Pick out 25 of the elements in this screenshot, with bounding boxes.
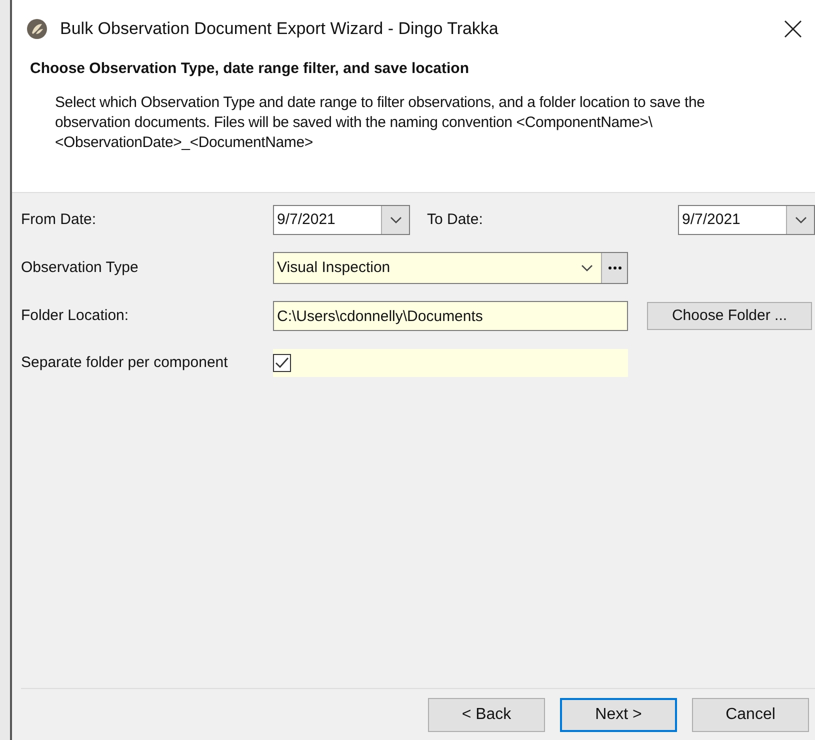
date-picker[interactable]: 9/7/2021	[273, 205, 410, 235]
wizard-description: Select which Observation Type and date range to filter observations, and a folder location to save the observation documents. Files will be saved with the naming convention <ComponentName>\<ObservationDate>_<DocumentName>	[55, 92, 706, 152]
date-value: 9/7/2021	[681, 210, 742, 230]
checkbox[interactable]	[273, 354, 291, 372]
field-label: From Date:	[21, 210, 98, 230]
field-label: Folder Location:	[21, 306, 130, 326]
checkbox-label: Separate folder per component	[21, 352, 229, 373]
window-title: Bulk Observation Document Export Wizard - Dingo Trakka	[60, 18, 498, 40]
wizard-heading: Choose Observation Type, date range filter, and save location	[29, 59, 470, 79]
wizard-button[interactable]: Next >	[560, 698, 677, 732]
date-picker[interactable]: 9/7/2021	[678, 205, 815, 235]
choose-folder-button[interactable]: Choose Folder ...	[647, 302, 812, 330]
date-value: 9/7/2021	[276, 210, 336, 230]
folder-path-field[interactable]: C:\Users\cdonnelly\Documents	[273, 301, 628, 331]
dropdown-value: Visual Inspection	[276, 258, 392, 278]
close-icon	[784, 20, 802, 38]
wizard-button[interactable]: Cancel	[692, 698, 809, 732]
wizard-button[interactable]: < Back	[428, 698, 545, 732]
field-label: Observation Type	[21, 258, 140, 278]
dropdown-field[interactable]: Visual Inspection	[273, 252, 628, 284]
more-options-button[interactable]	[601, 253, 627, 283]
app-logo-icon	[26, 18, 48, 40]
field-label: To Date:	[427, 210, 484, 230]
checkmark-icon	[275, 357, 289, 369]
ellipsis-icon	[608, 266, 622, 270]
